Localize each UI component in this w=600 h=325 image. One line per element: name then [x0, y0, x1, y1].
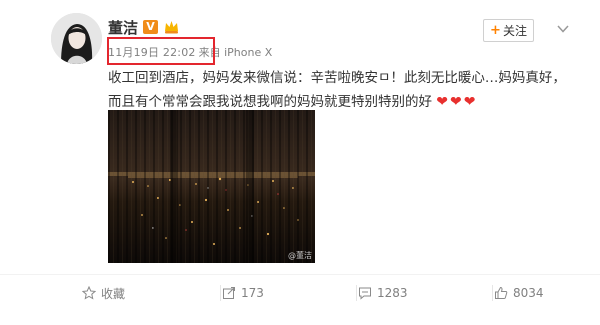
plus-icon: +: [490, 23, 501, 38]
heart-emoji-icon: ❤❤❤: [436, 94, 478, 110]
author-row: 董洁 V: [108, 17, 180, 37]
comment-icon: [359, 287, 371, 300]
post-body: 收工回到酒店，妈妈发来微信说：辛苦啦晚安ㅁ！此刻无比暖心…妈妈真好，而且有个常常…: [108, 70, 566, 110]
chevron-down-icon[interactable]: [557, 24, 569, 34]
image-watermark: @董洁: [288, 251, 312, 260]
post-image[interactable]: @董洁: [108, 110, 315, 263]
action-separator: [220, 285, 221, 301]
follow-button-label: 关注: [502, 24, 527, 38]
avatar[interactable]: [51, 13, 102, 64]
crown-member-icon[interactable]: [163, 19, 180, 35]
comment-count: 1283: [377, 286, 408, 300]
weibo-post-card: 董洁 V 11月19日 22:02 来自 iPhone X + 关注 收工回到酒…: [0, 0, 600, 325]
like-count: 8034: [513, 286, 544, 300]
post-source: 来自 iPhone X: [198, 46, 273, 59]
action-separator: [356, 285, 357, 301]
night-city-photo: [108, 110, 315, 263]
avatar-photo: [51, 13, 102, 64]
follow-button[interactable]: + 关注: [483, 19, 534, 42]
action-separator: [492, 285, 493, 301]
post-meta: 11月19日 22:02 来自 iPhone X: [108, 44, 272, 60]
favorite-label: 收藏: [101, 286, 126, 301]
author-name[interactable]: 董洁: [108, 17, 138, 38]
favorite-button[interactable]: 收藏: [82, 283, 125, 303]
verified-badge-icon: V: [143, 20, 159, 34]
action-divider: [0, 274, 600, 275]
thumbs-up-icon: [495, 286, 508, 299]
action-bar: 收藏 173 1283 8034: [0, 278, 600, 308]
post-time[interactable]: 11月19日 22:02: [108, 44, 196, 60]
share-button[interactable]: 173: [220, 283, 264, 303]
comment-button[interactable]: 1283: [356, 283, 408, 303]
post-text: 收工回到酒店，妈妈发来微信说：辛苦啦晚安ㅁ！此刻无比暖心…妈妈真好，而且有个常常…: [108, 66, 578, 114]
like-button[interactable]: 8034: [492, 283, 544, 303]
star-icon: [82, 286, 96, 300]
share-icon: [223, 287, 235, 299]
share-count: 173: [241, 286, 264, 300]
